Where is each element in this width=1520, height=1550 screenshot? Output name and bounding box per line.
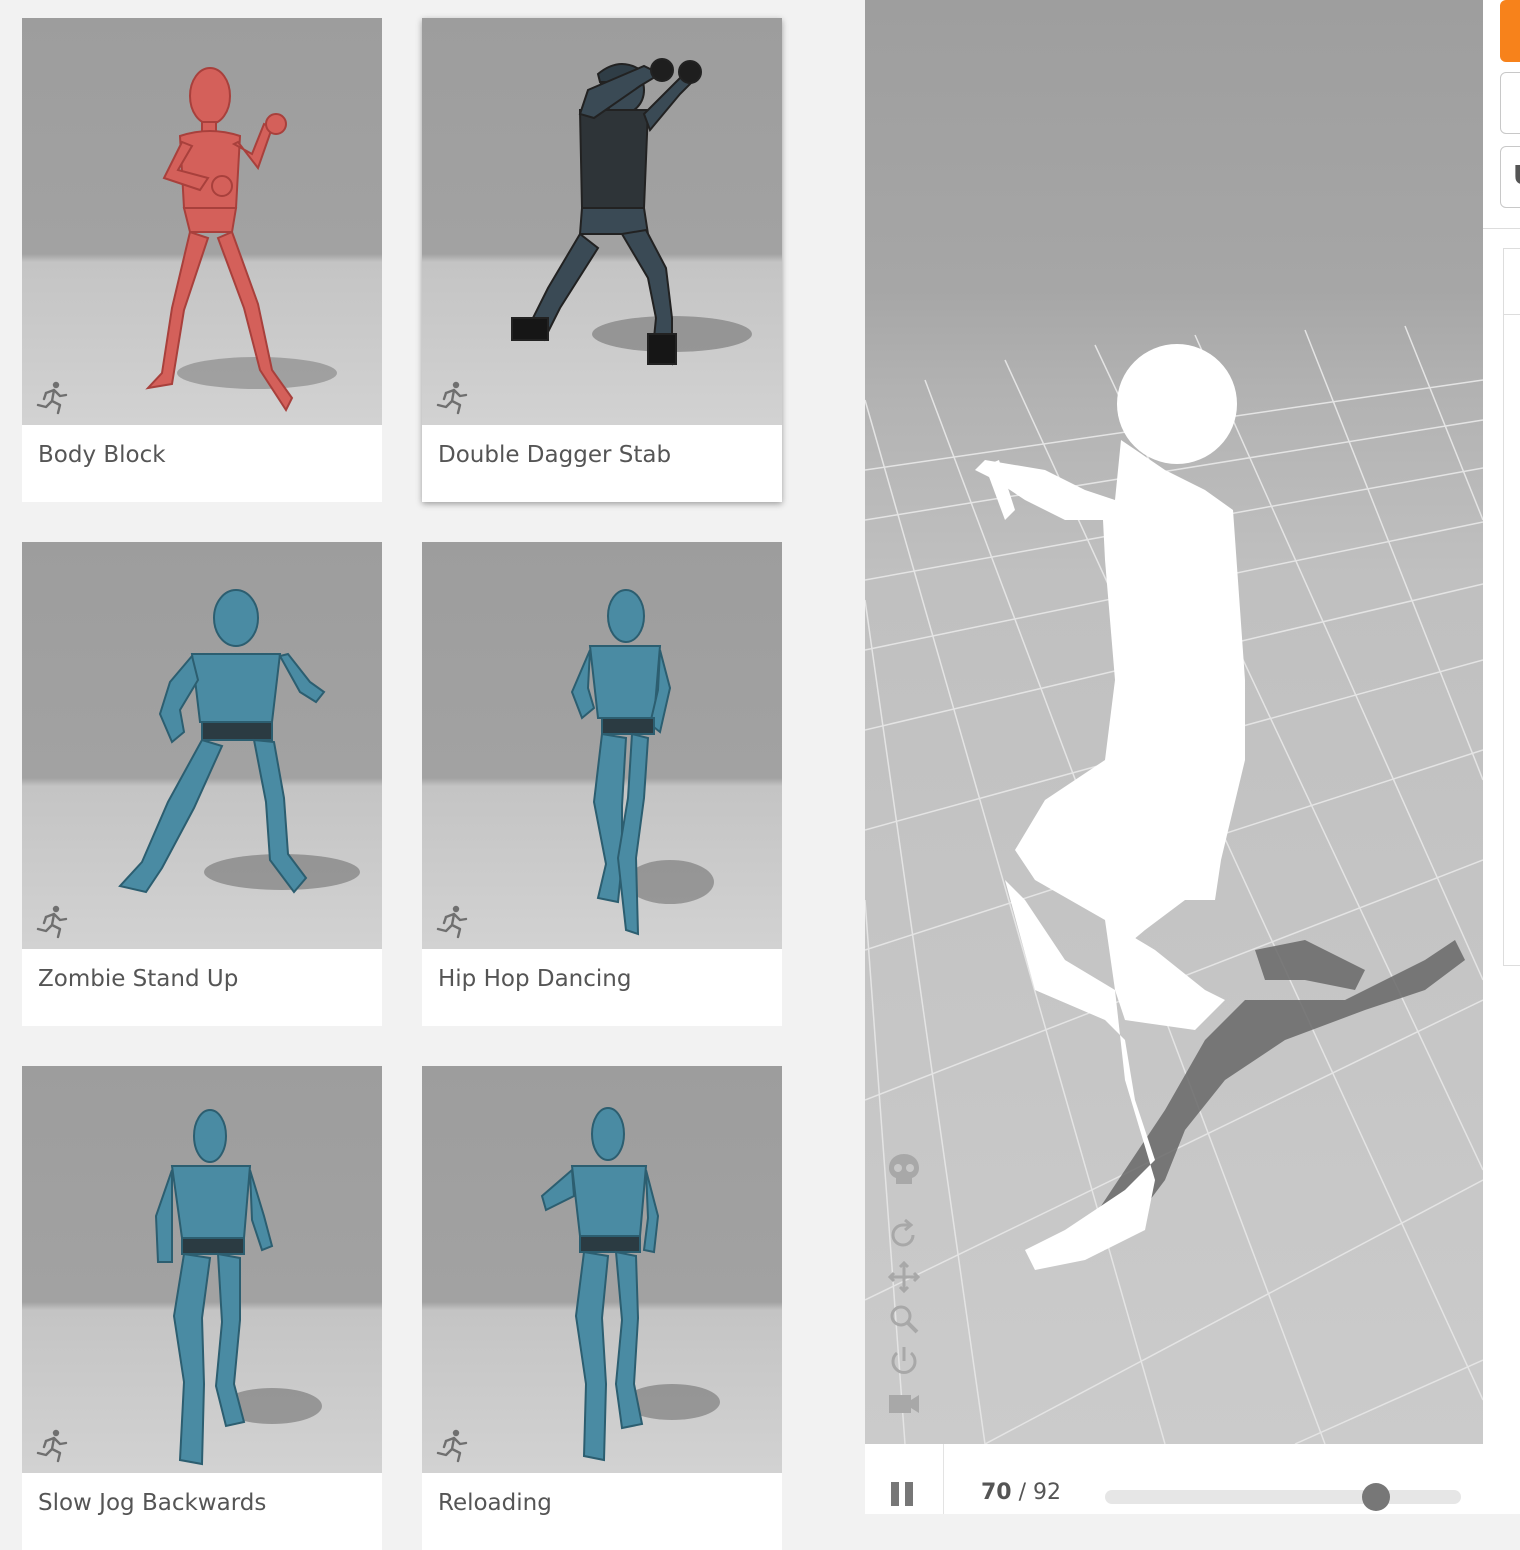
move-icon[interactable] bbox=[885, 1258, 923, 1296]
upload-button-label: U bbox=[1513, 161, 1520, 191]
animation-card-label: Reloading bbox=[438, 1490, 552, 1516]
pause-icon bbox=[891, 1482, 899, 1506]
upload-button[interactable]: U bbox=[1500, 146, 1520, 208]
frame-separator: / bbox=[1018, 1480, 1027, 1505]
side-panel-box bbox=[1503, 248, 1520, 966]
animation-thumbnail bbox=[22, 1066, 382, 1473]
timeline-slider[interactable] bbox=[1105, 1483, 1461, 1511]
red-mannequin-figure bbox=[145, 67, 337, 413]
animation-thumbnail bbox=[422, 18, 782, 425]
blue-robot-figure bbox=[570, 589, 714, 936]
animation-thumbnail bbox=[22, 542, 382, 949]
animation-card-reloading[interactable]: Reloading bbox=[422, 1066, 782, 1550]
rotate-icon[interactable] bbox=[885, 1216, 923, 1254]
blue-robot-figure bbox=[540, 1107, 720, 1462]
side-panel-box-divider bbox=[1503, 314, 1520, 315]
current-frame: 70 bbox=[981, 1480, 1012, 1505]
total-frames: 92 bbox=[1033, 1480, 1062, 1505]
secondary-button[interactable] bbox=[1500, 72, 1520, 134]
running-man-icon bbox=[436, 905, 468, 939]
animation-card-label: Body Block bbox=[38, 442, 166, 468]
animation-viewer[interactable]: 70 / 92 bbox=[865, 0, 1483, 1514]
viewer-scene[interactable] bbox=[865, 0, 1483, 1444]
soldier-figure bbox=[511, 58, 752, 366]
playback-controls: 70 / 92 bbox=[865, 1444, 1483, 1514]
camera-icon[interactable] bbox=[885, 1384, 923, 1422]
animation-card-zombie-stand-up[interactable]: Zombie Stand Up bbox=[22, 542, 382, 1026]
animation-card-double-dagger-stab[interactable]: Double Dagger Stab bbox=[422, 18, 782, 502]
animation-thumbnail bbox=[422, 542, 782, 949]
animation-thumbnail bbox=[422, 1066, 782, 1473]
animation-card-label: Double Dagger Stab bbox=[438, 442, 672, 468]
running-man-icon bbox=[36, 381, 68, 415]
blue-robot-figure bbox=[118, 589, 360, 894]
running-man-icon bbox=[36, 905, 68, 939]
primary-action-button[interactable] bbox=[1500, 0, 1520, 62]
zoom-icon[interactable] bbox=[885, 1300, 923, 1338]
animation-card-slow-jog-backwards[interactable]: Slow Jog Backwards bbox=[22, 1066, 382, 1550]
frame-counter: 70 / 92 bbox=[981, 1480, 1061, 1505]
animation-card-label: Hip Hop Dancing bbox=[438, 966, 632, 992]
animation-card-label: Slow Jog Backwards bbox=[38, 1490, 267, 1516]
pause-icon bbox=[905, 1482, 913, 1506]
animation-card-label: Zombie Stand Up bbox=[38, 966, 239, 992]
pause-button[interactable] bbox=[887, 1480, 921, 1510]
controls-divider bbox=[943, 1444, 944, 1514]
side-panel-divider bbox=[1483, 228, 1520, 229]
animation-grid: Body Block Double Dagger Stab Zombie Sta… bbox=[0, 0, 865, 1550]
power-icon[interactable] bbox=[885, 1342, 923, 1380]
animation-thumbnail bbox=[22, 18, 382, 425]
animation-card-body-block[interactable]: Body Block bbox=[22, 18, 382, 502]
timeline-slider-thumb[interactable] bbox=[1362, 1483, 1390, 1511]
skull-icon[interactable] bbox=[885, 1150, 923, 1188]
blue-robot-figure bbox=[154, 1109, 322, 1466]
running-man-icon bbox=[436, 381, 468, 415]
running-man-icon bbox=[436, 1429, 468, 1463]
running-man-icon bbox=[36, 1429, 68, 1463]
animation-card-hip-hop-dancing[interactable]: Hip Hop Dancing bbox=[422, 542, 782, 1026]
